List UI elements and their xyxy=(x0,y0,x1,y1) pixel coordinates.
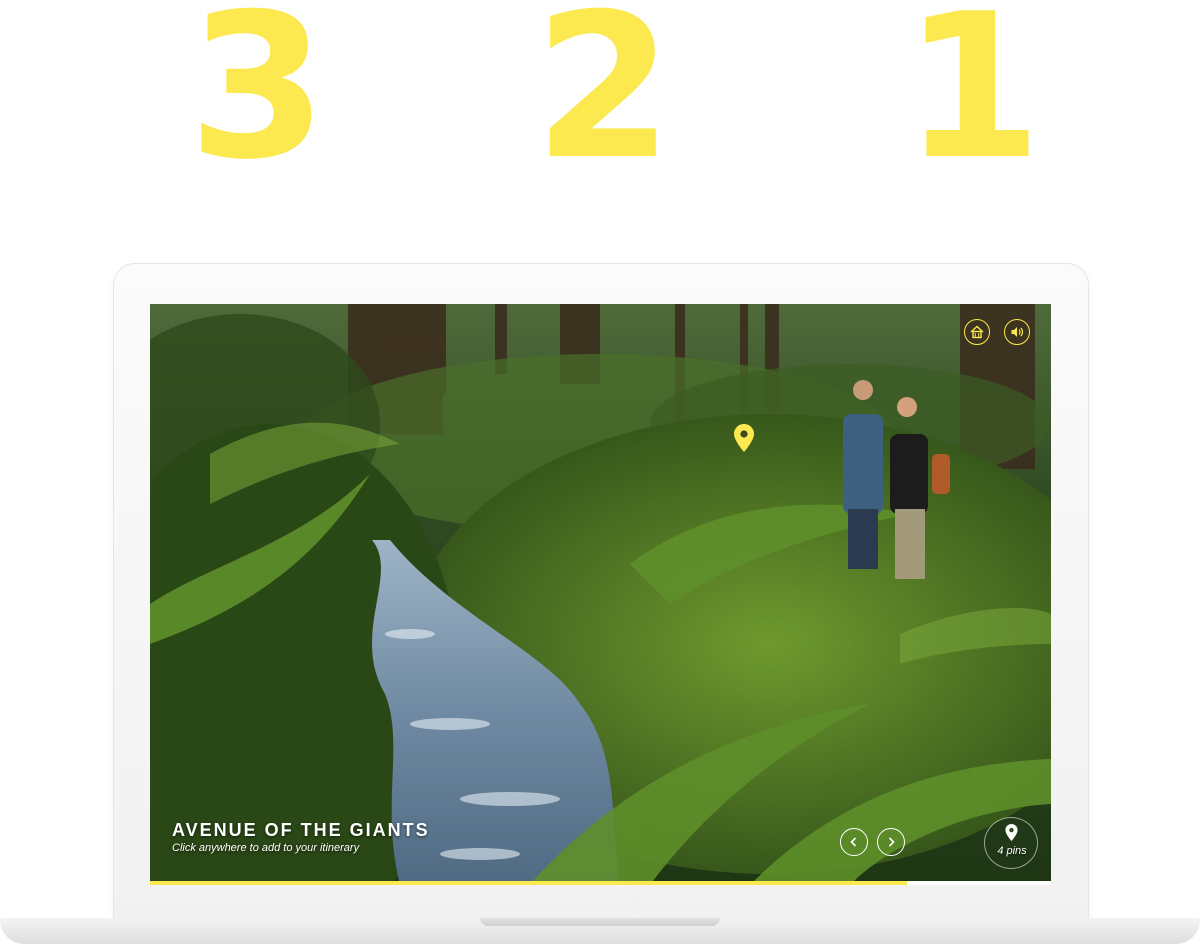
itinerary-hint: Click anywhere to add to your itinerary xyxy=(172,842,360,854)
countdown: 3 2 1 xyxy=(0,0,1200,200)
speaker-icon xyxy=(1011,327,1024,337)
laptop-base-notch xyxy=(480,918,720,926)
location-title: AVENUE OF THE GIANTS xyxy=(172,820,430,840)
countdown-digit-2: 2 xyxy=(534,0,674,204)
pins-counter[interactable]: 4 pins xyxy=(984,817,1038,869)
map-pin-icon xyxy=(734,424,754,452)
map-pin-marker[interactable] xyxy=(734,424,754,457)
countdown-digit-1: 1 xyxy=(903,0,1043,204)
progress-fill xyxy=(150,881,907,885)
pin-count-icon xyxy=(1005,824,1018,841)
home-icon xyxy=(970,325,984,339)
forest-scene-image xyxy=(150,304,1051,885)
previous-button[interactable] xyxy=(840,828,868,856)
countdown-digit-3: 3 xyxy=(188,0,328,204)
progress-bar[interactable] xyxy=(150,881,1051,885)
sound-button[interactable] xyxy=(1004,319,1030,345)
next-button[interactable] xyxy=(877,828,905,856)
chevron-left-icon xyxy=(850,837,857,847)
pins-count-label: 4 pins xyxy=(997,845,1027,857)
home-button[interactable] xyxy=(964,319,990,345)
video-screen[interactable]: AVENUE OF THE GIANTS Click anywhere to a… xyxy=(150,304,1051,885)
chevron-right-icon xyxy=(888,837,895,847)
